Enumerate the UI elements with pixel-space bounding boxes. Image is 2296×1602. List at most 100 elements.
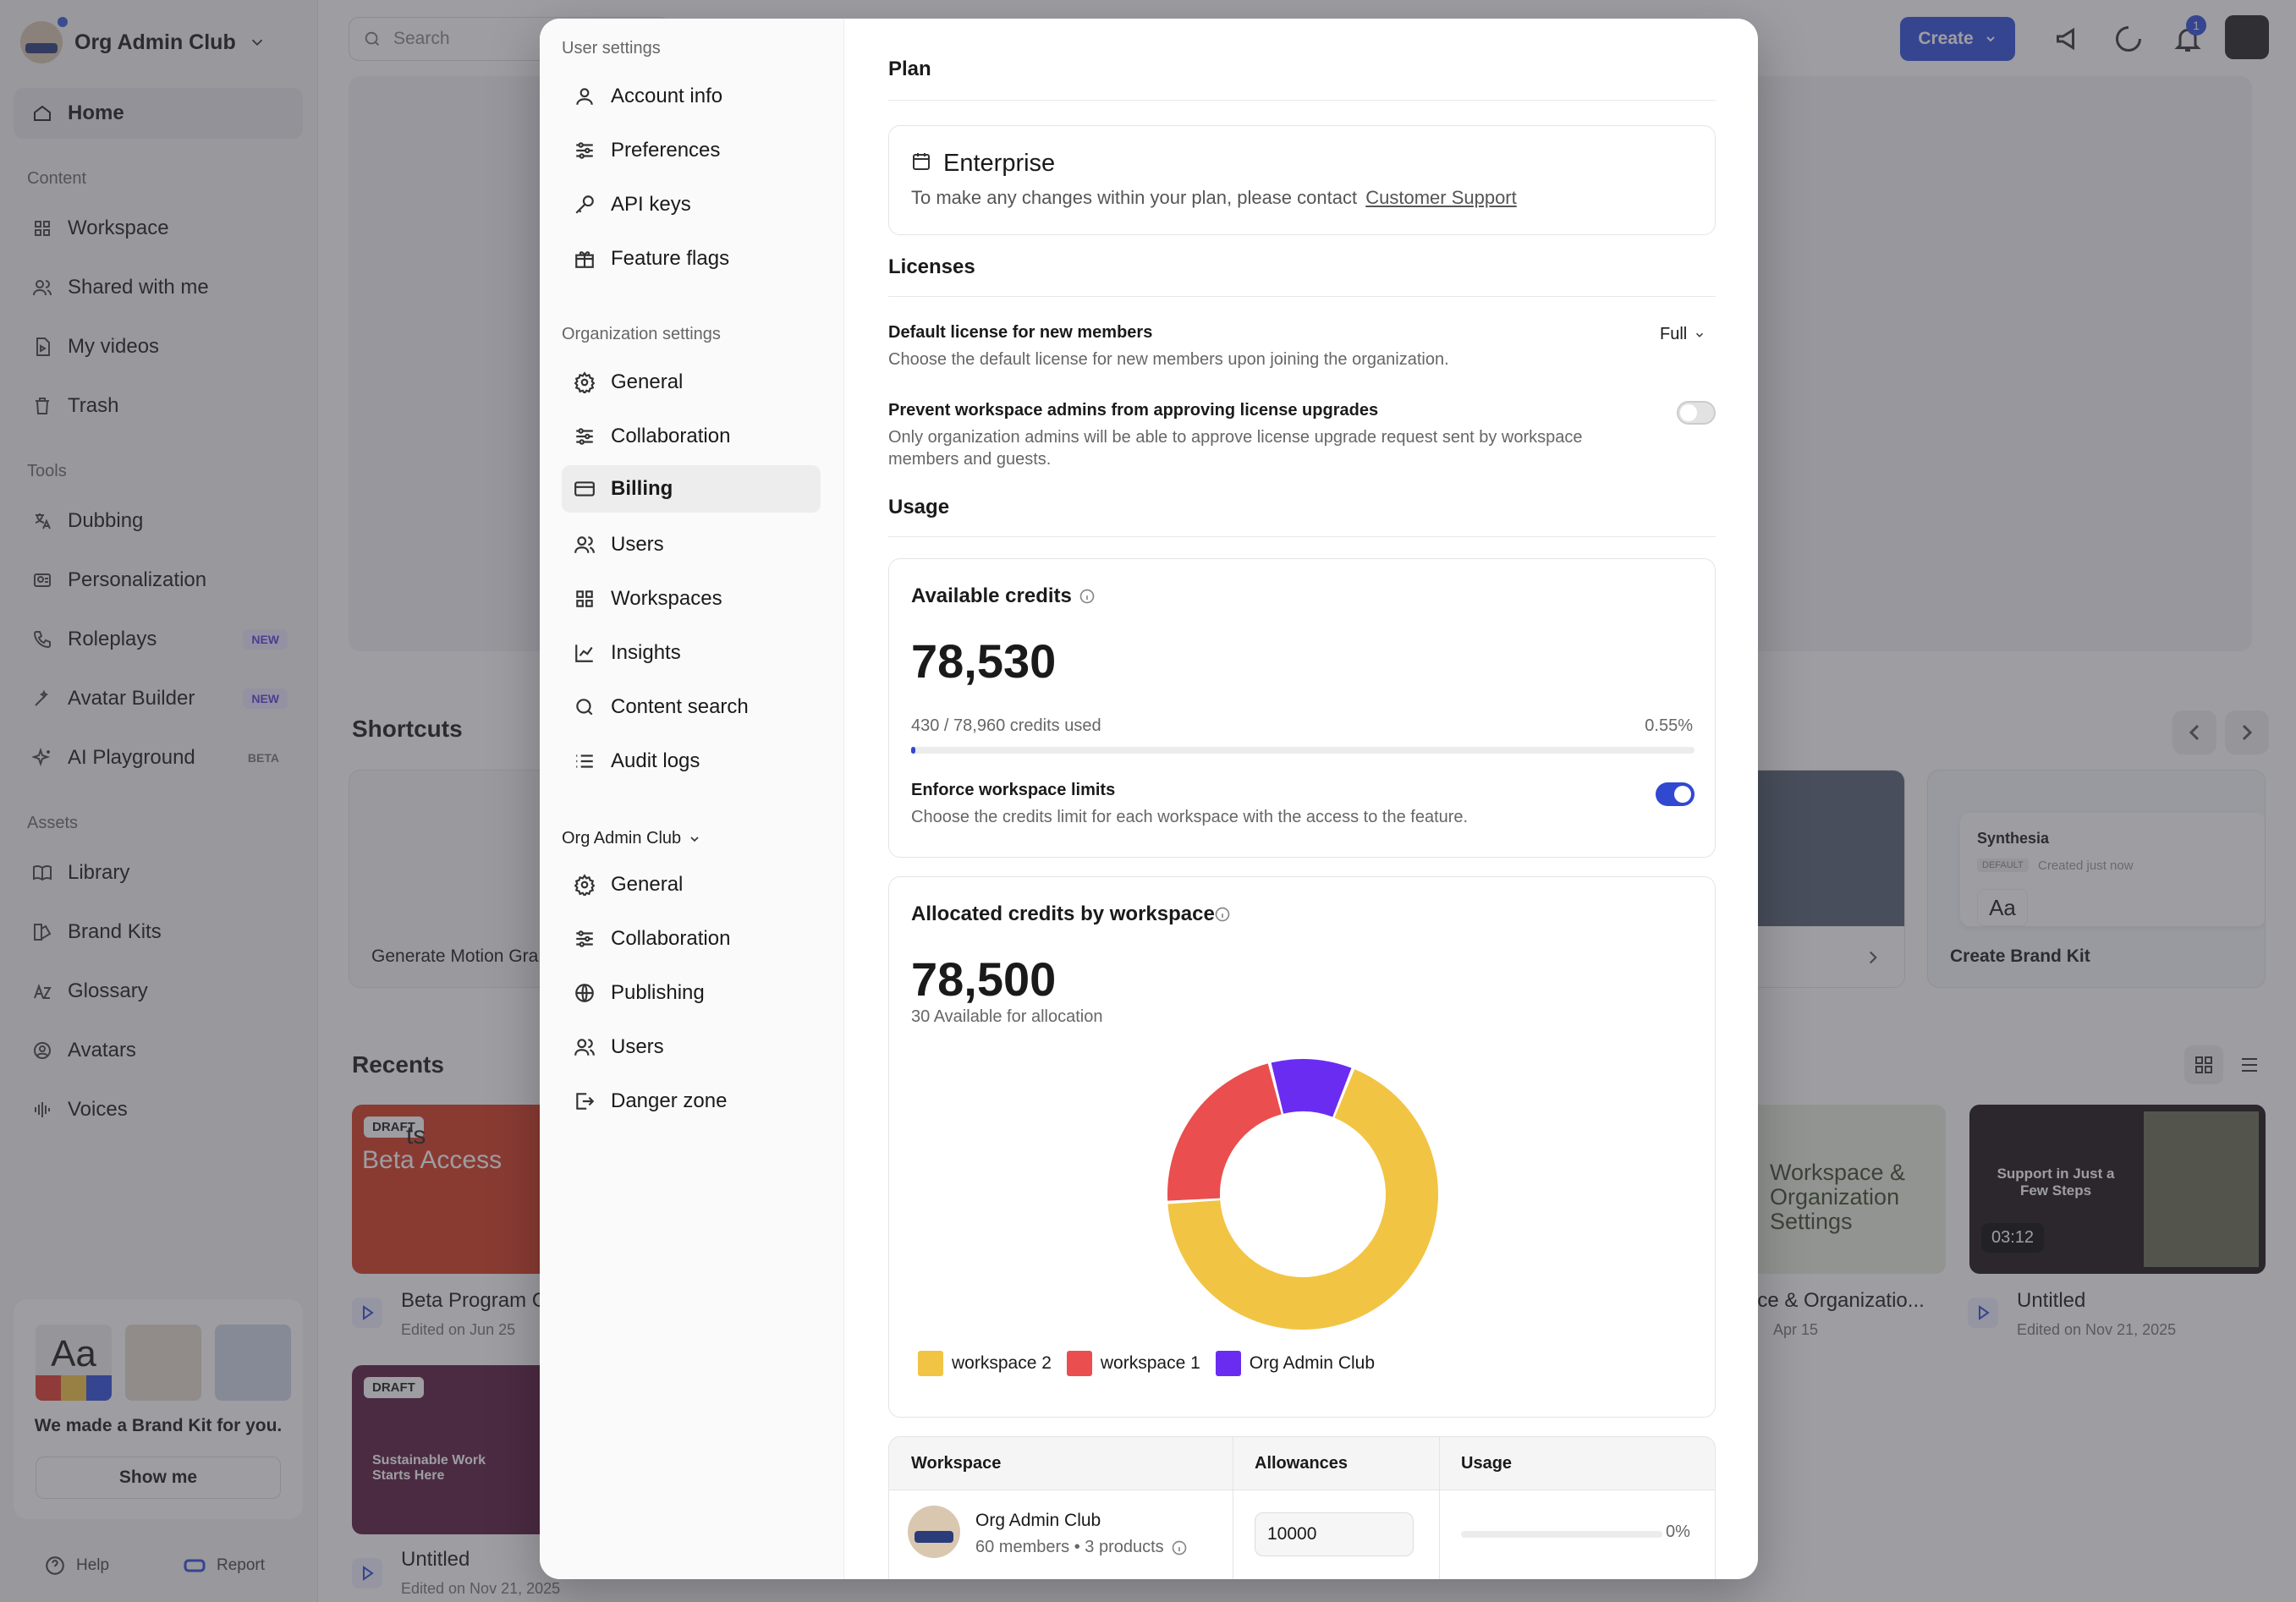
credits-used-text: 430 / 78,960 credits used <box>911 716 1101 735</box>
menu-preferences[interactable]: Preferences <box>562 127 821 174</box>
menu-billing[interactable]: Billing <box>562 465 821 513</box>
default-license-select[interactable]: Full <box>1660 325 1706 344</box>
usage-title: Usage <box>888 496 950 518</box>
globe-icon <box>575 984 594 1002</box>
default-license-desc: Choose the default license for new membe… <box>888 350 1449 369</box>
legend-swatch <box>918 1351 943 1376</box>
users-icon <box>574 536 595 553</box>
menu-ws-publishing[interactable]: Publishing <box>562 969 821 1017</box>
sliders-icon <box>576 930 593 947</box>
menu-api-keys[interactable]: API keys <box>562 181 821 228</box>
col-workspace: Workspace <box>911 1454 1002 1473</box>
menu-danger-zone[interactable]: Danger zone <box>562 1078 821 1125</box>
workspace-logo <box>908 1506 960 1558</box>
menu-label: API keys <box>611 193 691 216</box>
enforce-limits-toggle[interactable] <box>1656 782 1695 806</box>
workspace-table-row: Org Admin Club 60 members • 3 products 1… <box>888 1490 1716 1579</box>
menu-workspaces[interactable]: Workspaces <box>562 575 821 623</box>
info-icon[interactable] <box>1171 1539 1188 1556</box>
workspace-section-toggle[interactable]: Org Admin Club <box>562 829 701 848</box>
divider <box>888 100 1716 101</box>
menu-label: Audit logs <box>611 749 700 772</box>
menu-audit-logs[interactable]: Audit logs <box>562 738 821 785</box>
allocated-credits-label: Allocated credits by workspace <box>911 902 1215 925</box>
settings-sidebar: User settings Account info Preferences A… <box>540 19 844 1579</box>
menu-org-general[interactable]: General <box>562 359 821 406</box>
menu-label: Users <box>611 1035 664 1058</box>
calendar-icon <box>913 153 930 170</box>
legend-label: Org Admin Club <box>1249 1353 1376 1373</box>
divider <box>888 296 1716 297</box>
section-organization-settings: Organization settings <box>562 325 721 343</box>
allocated-credits-sub: 30 Available for allocation <box>911 1007 1103 1026</box>
credits-progress-fill <box>911 747 916 754</box>
legend-item: workspace 2 <box>918 1351 1052 1376</box>
col-allowances: Allowances <box>1255 1454 1348 1473</box>
menu-org-users[interactable]: Users <box>562 521 821 568</box>
credit-card-icon <box>574 481 595 497</box>
available-credits-card: Available credits 78,530 430 / 78,960 cr… <box>888 558 1716 858</box>
prevent-upgrades-desc: Only organization admins will be able to… <box>888 426 1684 470</box>
legend-label: workspace 2 <box>952 1353 1052 1373</box>
chart-line-icon <box>575 645 593 662</box>
menu-label: Feature flags <box>611 247 730 270</box>
plan-name: Enterprise <box>943 150 1056 177</box>
list-icon <box>576 754 593 768</box>
legend-swatch <box>1215 1351 1241 1376</box>
allowance-input[interactable]: 10000 <box>1255 1512 1414 1556</box>
legend-item: workspace 1 <box>1066 1351 1200 1376</box>
plan-title: Plan <box>888 58 931 80</box>
menu-label: Content search <box>611 695 749 718</box>
allocation-donut-chart <box>1167 1059 1438 1330</box>
workspace-section-label: Org Admin Club <box>562 829 682 848</box>
licenses-title: Licenses <box>888 255 975 278</box>
key-icon <box>575 195 594 214</box>
menu-content-search[interactable]: Content search <box>562 683 821 731</box>
enforce-limits-desc: Choose the credits limit for each worksp… <box>911 808 1469 826</box>
gift-icon <box>575 251 594 268</box>
users-icon <box>574 1039 595 1056</box>
usage-percent: 0% <box>1666 1522 1690 1541</box>
prevent-desc-line-1: Only organization admins will be able to… <box>888 428 1583 447</box>
gear-icon <box>574 874 596 896</box>
billing-panel: Plan Enterprise To make any changes with… <box>844 19 1758 1579</box>
credits-used-percent: 0.55% <box>1645 716 1693 735</box>
sliders-icon <box>576 142 593 159</box>
user-icon <box>576 88 593 105</box>
workspace-table-header: Workspace Allowances Usage <box>888 1436 1716 1491</box>
customer-support-link[interactable]: Customer Support <box>1365 187 1517 208</box>
menu-feature-flags[interactable]: Feature flags <box>562 235 821 283</box>
info-icon[interactable] <box>1079 588 1096 605</box>
info-icon[interactable] <box>1214 906 1231 923</box>
default-license-label: Default license for new members <box>888 323 1153 342</box>
menu-label: General <box>611 370 684 393</box>
menu-org-collaboration[interactable]: Collaboration <box>562 413 821 460</box>
menu-account-info[interactable]: Account info <box>562 73 821 120</box>
menu-label: Insights <box>611 641 681 664</box>
menu-ws-general[interactable]: General <box>562 861 821 908</box>
credits-progress-track <box>911 747 1695 754</box>
section-user-settings: User settings <box>562 39 661 58</box>
workspace-meta: 60 members • 3 products <box>975 1538 1188 1557</box>
prevent-upgrades-toggle[interactable] <box>1677 401 1716 425</box>
sliders-icon <box>576 428 593 445</box>
menu-label: Billing <box>611 477 673 500</box>
menu-label: General <box>611 873 684 896</box>
legend-swatch <box>1066 1351 1092 1376</box>
allocated-credits-card: Allocated credits by workspace 78,500 30… <box>888 876 1716 1418</box>
available-credits-label: Available credits <box>911 584 1072 607</box>
workspace-name[interactable]: Org Admin Club <box>975 1511 1101 1531</box>
grid-icon <box>576 590 593 607</box>
gear-icon <box>574 371 596 393</box>
available-credits-value: 78,530 <box>911 634 1057 688</box>
col-usage: Usage <box>1461 1454 1513 1473</box>
menu-label: Workspaces <box>611 587 722 610</box>
menu-label: Users <box>611 533 664 556</box>
donut-slice-workspace-1[interactable] <box>1167 1063 1282 1201</box>
menu-ws-users[interactable]: Users <box>562 1023 821 1071</box>
plan-desc-text: To make any changes within your plan, pl… <box>911 187 1358 208</box>
toggle-knob <box>1680 404 1697 421</box>
menu-ws-collaboration[interactable]: Collaboration <box>562 915 821 963</box>
chart-legend: workspace 2 workspace 1 Org Admin Club <box>918 1351 1375 1376</box>
menu-insights[interactable]: Insights <box>562 629 821 677</box>
